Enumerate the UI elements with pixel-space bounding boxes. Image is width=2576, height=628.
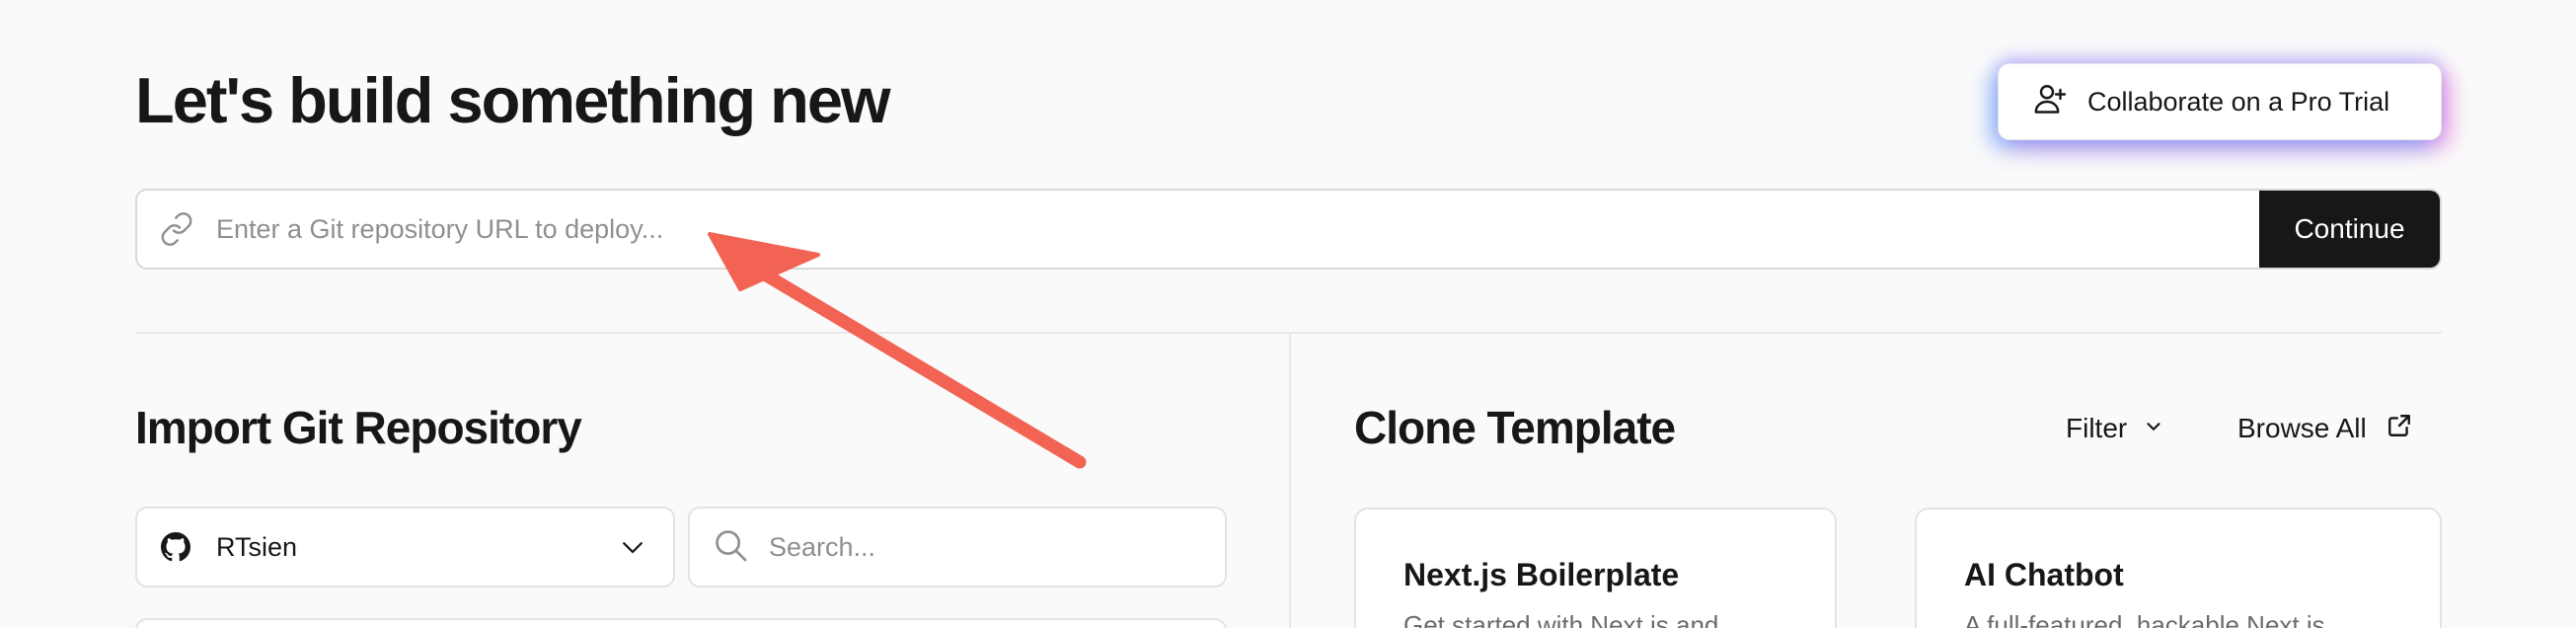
- pro-trial-button[interactable]: Collaborate on a Pro Trial: [1998, 63, 2442, 140]
- github-icon: [161, 532, 190, 562]
- repo-search: [688, 507, 1227, 588]
- browse-all-label: Browse All: [2237, 413, 2367, 443]
- user-plus-icon: [2032, 81, 2068, 123]
- clone-section-title: Clone Template: [1354, 402, 1676, 453]
- new-project-page: Let's build something new Collaborate on…: [0, 0, 2576, 628]
- filter-label: Filter: [2066, 413, 2128, 443]
- browse-all-button[interactable]: Browse All: [2237, 407, 2412, 450]
- template-title: AI Chatbot: [1964, 557, 2124, 592]
- column-divider: [1289, 333, 1291, 628]
- template-title: Next.js Boilerplate: [1403, 557, 1680, 592]
- account-name: RTsien: [216, 531, 298, 562]
- chevron-down-icon: [2143, 413, 2164, 444]
- import-section-title: Import Git Repository: [135, 402, 582, 453]
- external-link-icon: [2387, 413, 2412, 445]
- template-description: Get started with Next.js and: [1403, 610, 1719, 628]
- repo-search-input[interactable]: [769, 531, 1203, 563]
- template-card[interactable]: Next.js Boilerplate Get started with Nex…: [1354, 508, 1837, 628]
- git-url-input[interactable]: [216, 191, 2259, 268]
- repo-list: [135, 618, 1227, 628]
- template-card[interactable]: AI Chatbot A full-featured, hackable Nex…: [1915, 508, 2442, 628]
- git-account-select[interactable]: RTsien: [135, 507, 675, 588]
- continue-button[interactable]: Continue: [2259, 191, 2440, 268]
- pro-trial-label: Collaborate on a Pro Trial: [2087, 86, 2390, 117]
- filter-button[interactable]: Filter: [2066, 407, 2164, 450]
- page-title: Let's build something new: [135, 64, 891, 136]
- git-url-bar: Continue: [135, 189, 2442, 270]
- template-description: A full-featured, hackable Next.js: [1964, 610, 2325, 628]
- chevron-down-icon: [618, 532, 647, 562]
- link-icon: [137, 191, 216, 268]
- search-icon: [712, 526, 749, 569]
